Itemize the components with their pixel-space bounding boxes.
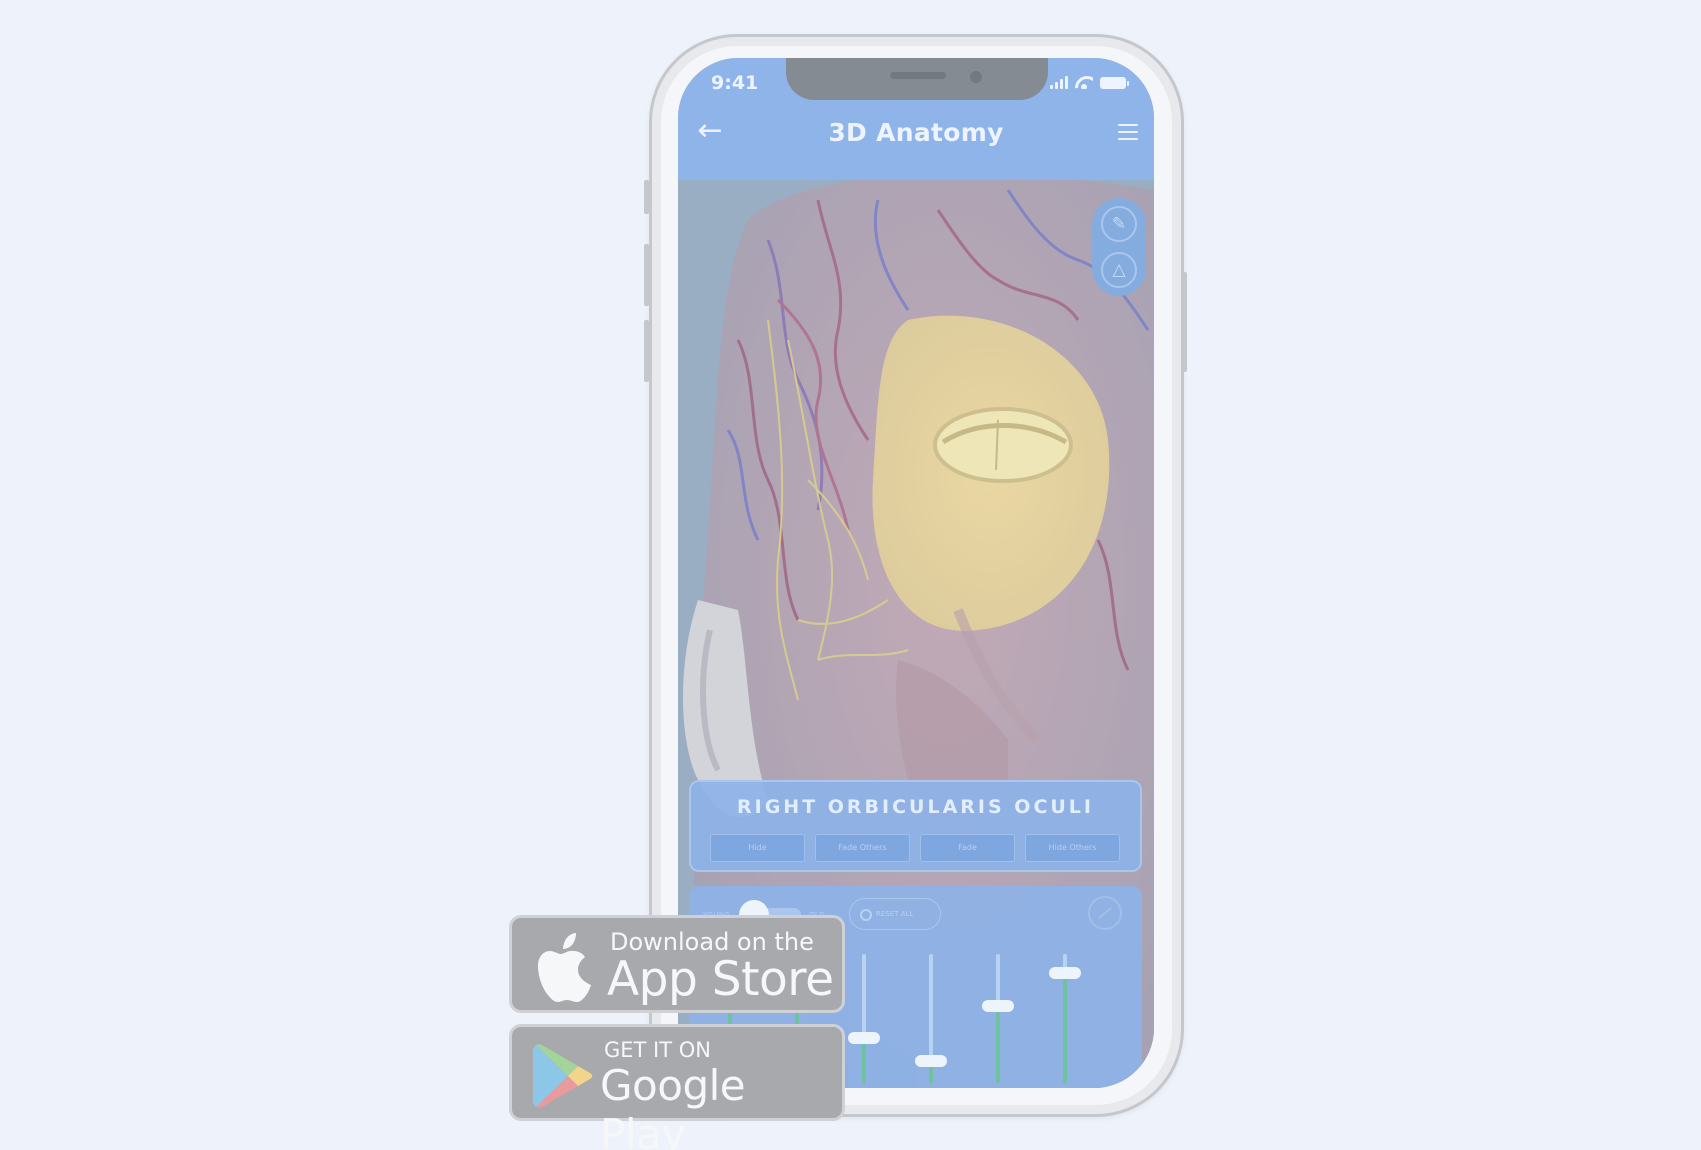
notch (786, 58, 1048, 100)
fade-button[interactable]: Fade (920, 834, 1015, 862)
status-icons (1050, 76, 1129, 89)
selection-panel: RIGHT ORBICULARIS OCULI Hide Fade Others… (689, 780, 1142, 872)
menu-button[interactable] (1118, 124, 1138, 140)
pencil-tool-button[interactable]: ✎ (1101, 206, 1137, 242)
layer-slider-knob[interactable] (848, 1032, 880, 1044)
page-title: 3D Anatomy (828, 118, 1004, 147)
reset-all-button[interactable]: RESET ALL (849, 898, 941, 930)
app-store-badge[interactable]: Download on the App Store (509, 915, 845, 1013)
app-store-line2: App Store (607, 952, 834, 1007)
hamburger-menu-icon (1118, 124, 1138, 126)
status-time: 9:41 (711, 72, 759, 94)
layer-slider-fill (996, 1006, 1000, 1084)
camera-icon (970, 71, 982, 83)
orientation-icon[interactable] (1088, 896, 1122, 930)
signal-icon (1050, 76, 1068, 89)
triangle-tool-button[interactable]: △ (1101, 252, 1137, 288)
layer-slider[interactable] (982, 954, 1014, 1086)
tool-strip: ✎ △ (1092, 198, 1146, 296)
pencil-icon: ✎ (1111, 214, 1127, 234)
google-play-badge[interactable]: GET IT ON Google Play (509, 1024, 845, 1150)
layer-slider-fill (862, 1038, 866, 1084)
google-play-line1: GET IT ON (604, 1038, 711, 1062)
selected-structure-name: RIGHT ORBICULARIS OCULI (737, 796, 1094, 818)
google-play-icon (533, 1044, 593, 1108)
app-bar: 9:41 ← 3D Anatomy (678, 58, 1154, 180)
layer-slider[interactable] (1049, 954, 1081, 1086)
layer-slider[interactable] (915, 954, 947, 1086)
layer-slider-knob[interactable] (1049, 967, 1081, 979)
layer-slider[interactable] (848, 954, 880, 1086)
apple-icon (538, 933, 591, 1002)
battery-icon (1100, 77, 1129, 89)
volume-down-button (644, 320, 649, 382)
layer-slider-knob[interactable] (915, 1055, 947, 1067)
hide-others-button[interactable]: Hide Others (1025, 834, 1120, 862)
fade-others-button[interactable]: Fade Others (815, 834, 910, 862)
volume-up-button (644, 244, 649, 306)
triangle-icon: △ (1112, 260, 1126, 280)
selection-actions: Hide Fade Others Fade Hide Others (710, 834, 1120, 862)
layer-slider-fill (1063, 973, 1067, 1084)
hide-button[interactable]: Hide (710, 834, 805, 862)
power-button (1182, 272, 1187, 372)
google-play-line2: Google Play (600, 1061, 746, 1150)
wifi-icon (1075, 76, 1093, 89)
layer-slider-knob[interactable] (982, 1000, 1014, 1012)
mute-switch (644, 180, 649, 214)
